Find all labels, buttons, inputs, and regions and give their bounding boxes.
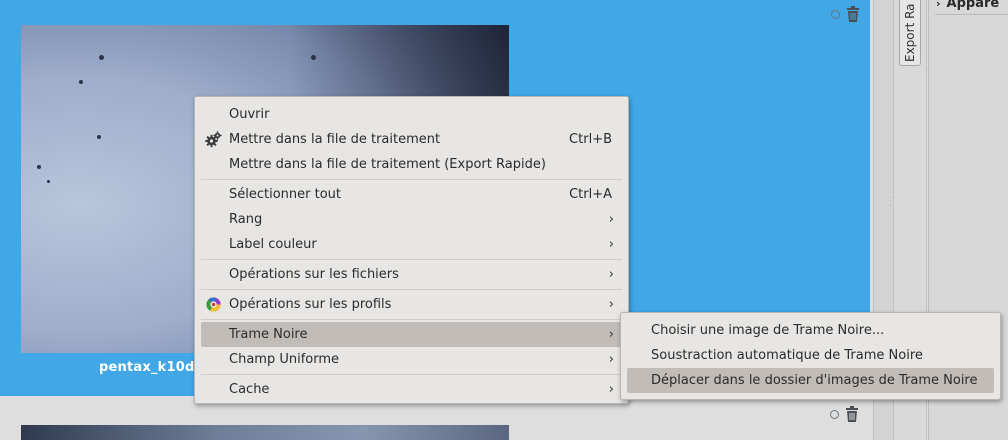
trash-icon[interactable] xyxy=(846,6,860,22)
dust-spot xyxy=(311,55,316,60)
menu-item-label: Ouvrir xyxy=(229,107,270,122)
app-window: pentax_k10d · · · Export Ra › Appare Ouv… xyxy=(0,0,1008,440)
chevron-right-icon: › xyxy=(608,267,614,282)
panel-section-title: Appare xyxy=(946,0,1000,11)
trash-icon[interactable] xyxy=(845,406,859,422)
dark-frame-submenu: Choisir une image de Trame Noire... Sous… xyxy=(620,312,1001,400)
menu-item-select-all[interactable]: Sélectionner tout Ctrl+A xyxy=(201,182,622,207)
chevron-right-icon: › xyxy=(608,382,614,397)
menu-item-cache[interactable]: Cache › xyxy=(201,377,622,402)
menu-item-profile-operations[interactable]: Opérations sur les profils › xyxy=(201,292,622,317)
chevron-right-icon: › xyxy=(608,352,614,367)
dust-spot xyxy=(99,55,104,60)
circle-icon[interactable] xyxy=(831,9,840,19)
shortcut-label: Ctrl+A xyxy=(569,187,612,202)
circle-icon[interactable] xyxy=(830,409,839,419)
tile-actions xyxy=(831,6,860,22)
chevron-right-icon: › xyxy=(608,237,614,252)
thumbnail-filename: pentax_k10d xyxy=(99,360,195,375)
menu-separator xyxy=(201,179,622,180)
panel-section-header[interactable]: › Appare xyxy=(936,0,999,11)
chevron-right-icon: › xyxy=(608,212,614,227)
tab-export-rapide[interactable]: Export Ra xyxy=(899,0,921,66)
menu-item-color-label[interactable]: Label couleur › xyxy=(201,232,622,257)
dust-spot xyxy=(97,135,101,139)
context-menu: Ouvrir Mettre dans la file de traitement xyxy=(194,96,629,404)
menu-item-label: Opérations sur les profils xyxy=(229,297,392,312)
divider xyxy=(935,14,1008,15)
menu-item-label: Soustraction automatique de Trame Noire xyxy=(651,348,923,363)
submenu-item-move-to-dark-frame-folder[interactable]: Déplacer dans le dossier d'images de Tra… xyxy=(627,368,994,393)
chevron-right-icon: › xyxy=(608,297,614,312)
menu-item-label: Opérations sur les fichiers xyxy=(229,267,399,282)
splitter-handle[interactable]: · · · xyxy=(889,194,892,210)
shortcut-label: Ctrl+B xyxy=(569,132,612,147)
menu-item-dark-frame[interactable]: Trame Noire › xyxy=(201,322,622,347)
thumbnail-image-2[interactable] xyxy=(21,425,509,440)
menu-item-queue[interactable]: Mettre dans la file de traitement Ctrl+B xyxy=(201,127,622,152)
menu-item-label: Mettre dans la file de traitement xyxy=(229,132,441,147)
menu-item-rank[interactable]: Rang › xyxy=(201,207,622,232)
dust-spot xyxy=(47,180,50,183)
menu-separator xyxy=(201,374,622,375)
chevron-right-icon: › xyxy=(936,0,941,10)
submenu-item-auto-subtraction[interactable]: Soustraction automatique de Trame Noire xyxy=(627,343,994,368)
color-wheel-icon xyxy=(206,297,221,312)
tab-label: Export Ra xyxy=(903,3,917,62)
menu-item-flat-field[interactable]: Champ Uniforme › xyxy=(201,347,622,372)
chevron-right-icon: › xyxy=(608,327,614,342)
menu-separator xyxy=(201,259,622,260)
menu-item-queue-fast-export[interactable]: Mettre dans la file de traitement (Expor… xyxy=(201,152,622,177)
menu-separator xyxy=(201,289,622,290)
menu-item-label: Sélectionner tout xyxy=(229,187,342,202)
menu-item-ouvrir[interactable]: Ouvrir xyxy=(201,102,622,127)
menu-separator xyxy=(201,319,622,320)
menu-item-label: Champ Uniforme xyxy=(229,352,340,367)
menu-item-label: Cache xyxy=(229,382,270,397)
menu-item-label: Rang xyxy=(229,212,263,227)
menu-item-label: Mettre dans la file de traitement (Expor… xyxy=(229,157,546,172)
gears-icon xyxy=(205,131,222,148)
menu-item-label: Choisir une image de Trame Noire... xyxy=(651,323,885,338)
submenu-item-choose-dark-frame[interactable]: Choisir une image de Trame Noire... xyxy=(627,318,994,343)
tile-actions-2 xyxy=(830,406,859,422)
dust-spot xyxy=(37,165,41,169)
menu-item-file-operations[interactable]: Opérations sur les fichiers › xyxy=(201,262,622,287)
menu-item-label: Label couleur xyxy=(229,237,317,252)
dust-spot xyxy=(79,80,83,84)
menu-item-label: Déplacer dans le dossier d'images de Tra… xyxy=(651,373,978,388)
menu-item-label: Trame Noire xyxy=(229,327,308,342)
